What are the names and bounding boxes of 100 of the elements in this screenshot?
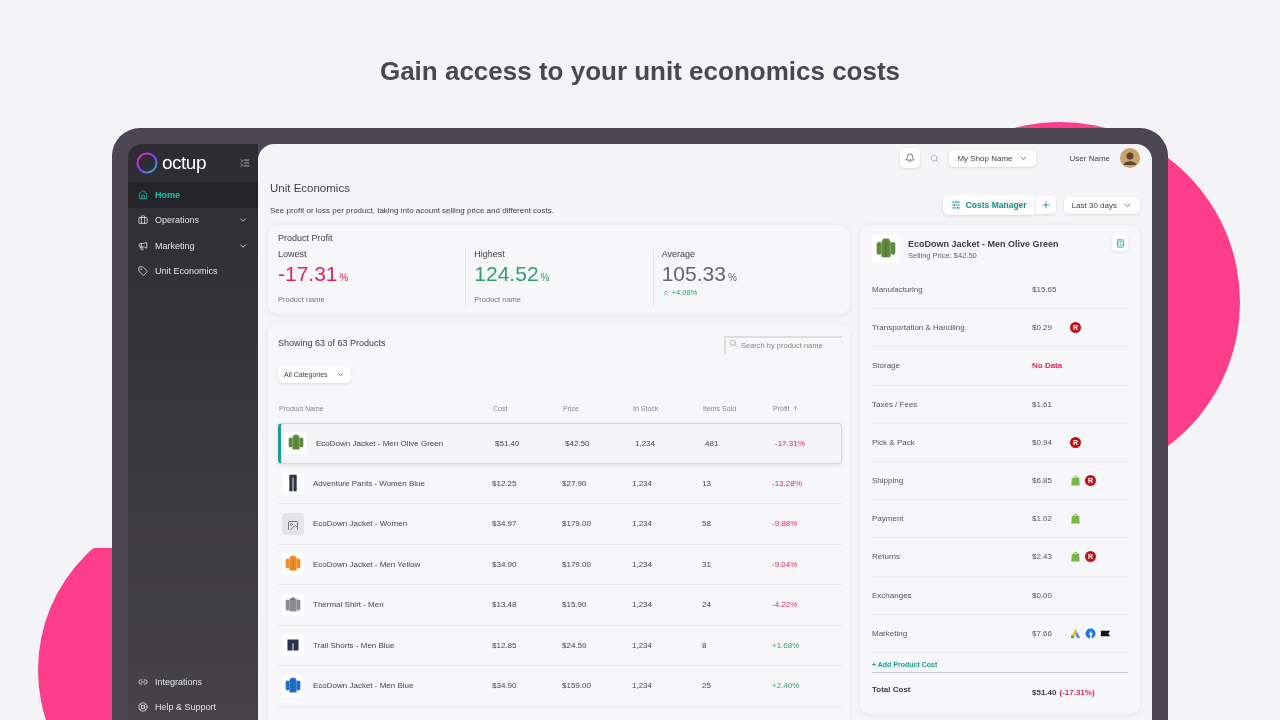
avatar[interactable] (1120, 148, 1140, 168)
table-cell-text: $15.90 (562, 600, 588, 610)
table-cell-text: 1,234 (632, 519, 654, 529)
stat-value: -17.31 (278, 262, 338, 286)
cost-label: Returns (872, 552, 901, 562)
profit-cell-text: +2.40% (772, 681, 801, 691)
cost-label: Storage (872, 361, 902, 371)
plus-icon (1040, 200, 1051, 210)
table-cell-text: $159.00 (562, 681, 592, 691)
shopping-bag-icon (1070, 475, 1081, 487)
nav-label: Unit Economics (155, 266, 219, 277)
product-name: Trail Shorts - Men Blue (313, 640, 395, 650)
nav-item[interactable]: Unit Economics (128, 258, 258, 284)
stat-unit: % (540, 272, 550, 283)
logo-text: octup (162, 152, 207, 174)
stat-unit: % (339, 272, 349, 283)
calculator-icon (1115, 238, 1125, 248)
nav-item[interactable]: Marketing (128, 233, 258, 259)
stat-label: Average (661, 249, 696, 259)
product-row[interactable]: Trail Shorts - Men Blue $12.85 $24.50 1,234 8 +1.68% (278, 625, 842, 666)
collapse-icon[interactable] (240, 158, 250, 168)
table-cell-text: $12.85 (492, 640, 518, 650)
table-cell-text: $42.50 (565, 438, 591, 448)
total-change: (-17.31%) (1059, 687, 1095, 697)
notification-button[interactable] (900, 148, 921, 168)
stat-unit: % (727, 272, 737, 283)
bell-icon (905, 153, 916, 163)
add-button[interactable] (1034, 196, 1056, 214)
cost-value: $1.61 (1032, 399, 1054, 409)
table-cell-text: $51.40 (495, 438, 521, 448)
table-cell-text: $27.90 (562, 478, 588, 488)
table-cell-text: 1,234 (632, 640, 654, 650)
search-icon (729, 339, 737, 347)
cost-value: $0.29 (1032, 323, 1054, 333)
nav-label: Integrations (155, 676, 204, 687)
product-row[interactable]: Thermal Shirt - Men $13.48 $15.90 1,234 24 -4.22% (278, 585, 842, 626)
cost-label: Manufacturing (872, 285, 924, 295)
table-cell-text: $179.00 (562, 519, 592, 529)
table-cell-text: $24.50 (562, 640, 588, 650)
profit-cell-text: -9.88% (772, 519, 799, 529)
table-cell-text: 1,234 (632, 559, 654, 569)
nav-label: Help & Support (155, 702, 218, 713)
nav-item[interactable]: Integrations (128, 669, 258, 695)
table-cell-text: 24 (702, 600, 712, 610)
profit-cell-text: -13.28% (772, 478, 803, 488)
product-name: EcoDown Jacket - Men Blue (313, 681, 414, 691)
table-cell-text: 1,234 (632, 681, 654, 691)
table-cell-text: 1,234 (632, 600, 654, 610)
stat-label: Lowest (278, 249, 308, 259)
product-row[interactable]: Adventure Pants - Women Blue $12.25 $27.90 1,234 13 -13.28% (278, 463, 842, 504)
user-name: User Name (1069, 153, 1110, 163)
shop-dropdown[interactable]: My Shop Name (949, 149, 1036, 167)
nav-item[interactable]: Help & Support (128, 694, 258, 720)
cost-label: Payment (872, 514, 905, 524)
table-cell-text: 1,234 (635, 438, 657, 448)
date-range-dropdown[interactable]: Last 30 days (1063, 196, 1140, 214)
table-cell-text: 13 (702, 478, 712, 488)
calculator-button[interactable] (1112, 235, 1128, 251)
product-name: EcoDown Jacket - Men Yellow (313, 559, 421, 569)
nav-label: Operations (155, 215, 201, 226)
nav-label: Marketing (155, 240, 196, 251)
cost-value: $0.94 (1032, 437, 1054, 447)
search-icon[interactable] (930, 153, 940, 163)
nav-item[interactable]: Operations (128, 207, 258, 233)
cost-label: Transportation & Handling (872, 323, 966, 333)
cost-label: Pick & Pack (872, 437, 916, 447)
profit-cell-text: -9.04% (772, 559, 799, 569)
profit-cell-text: -4.22% (772, 600, 799, 610)
table-cell-text: $34.97 (492, 519, 518, 529)
cost-value: $2.43 (1032, 552, 1054, 562)
table-cell-text: $34.90 (492, 681, 518, 691)
total-value: $51.40 (1032, 687, 1057, 697)
page-title: Unit Economics (270, 182, 351, 194)
product-row[interactable]: EcoDown Jacket - Men Olive Green $51.40 $42.50 1,234 481 -17.31% (278, 423, 842, 464)
cost-value: $1.02 (1032, 514, 1054, 524)
product-name: EcoDown Jacket - Women (313, 519, 408, 529)
table-cell-text: 1,234 (632, 478, 654, 488)
cost-label: Taxes / Fees (872, 399, 919, 409)
chevrons-up-icon (661, 288, 670, 297)
table-cell-text: 31 (702, 559, 712, 569)
product-name: Thermal Shirt - Men (313, 600, 384, 610)
product-row[interactable]: EcoDown Jacket - Men Blue $34.90 $159.00 1,234 25 +2.40% (278, 666, 842, 707)
ring-logo-icon (136, 152, 158, 174)
profit-cell-text: -17.31% (775, 438, 806, 448)
cost-label: Shipping (872, 476, 905, 486)
social-logo-icon (1085, 627, 1096, 639)
costs-manager-button[interactable]: Costs Manager (942, 195, 1035, 215)
shopping-bag-icon (1070, 551, 1081, 563)
nav-label: Home (155, 189, 181, 200)
cost-value: $6.85 (1032, 476, 1054, 486)
stat-value: 105.33 (661, 262, 726, 286)
products-count: Showing 63 of 63 Products (278, 338, 386, 348)
product-row[interactable]: EcoDown Jacket - Men Yellow $34.90 $179.00 1,234 31 -9.04% (278, 544, 842, 585)
total-label: Total Cost (872, 685, 912, 695)
table-cell-text: $179.00 (562, 559, 592, 569)
card-title: Product Profit (278, 233, 334, 243)
cost-value: $7.66 (1032, 628, 1054, 638)
table-cell-text: 481 (705, 438, 720, 448)
nav-item[interactable]: Home (128, 182, 258, 208)
cost-value: $15.65 (1032, 285, 1058, 295)
